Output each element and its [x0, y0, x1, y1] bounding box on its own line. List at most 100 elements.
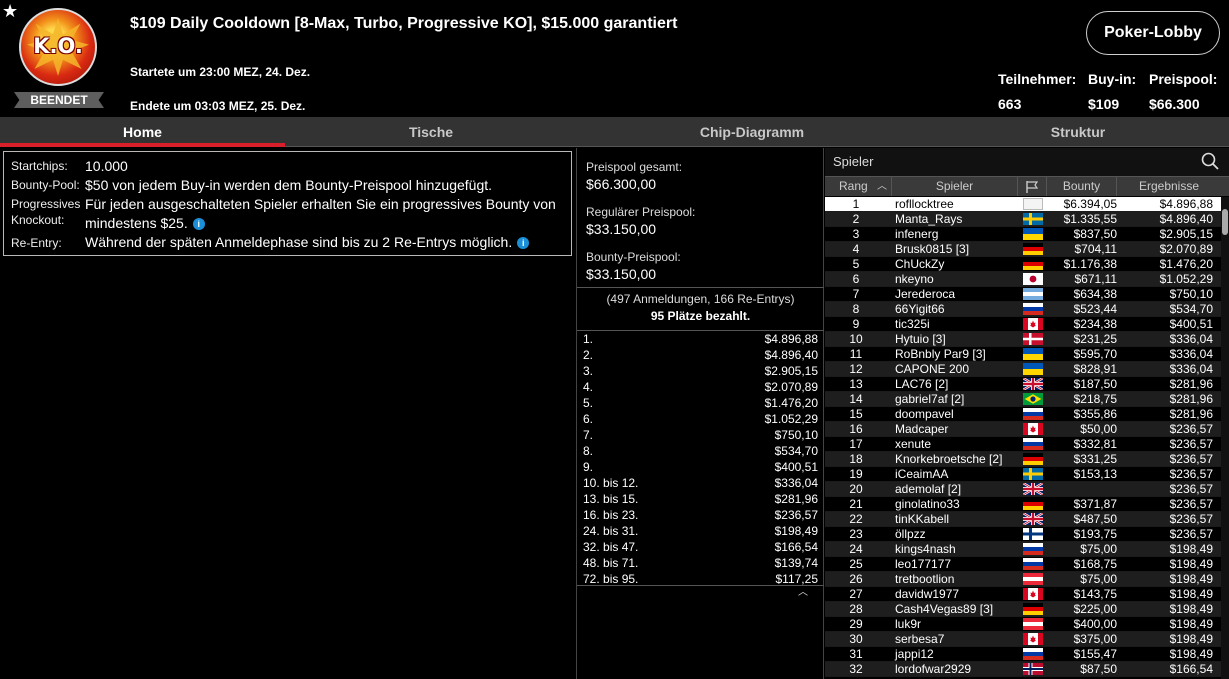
table-row[interactable]: 14 gabriel7af [2] $218,75 $281,96 — [825, 392, 1221, 407]
country-flag-icon — [1023, 558, 1043, 570]
tab-chip-chart[interactable]: Chip-Diagramm — [577, 117, 927, 147]
table-row[interactable]: 6 nkeyno $671,11 $1.052,29 — [825, 272, 1221, 287]
start-time: Startete um 23:00 MEZ, 24. Dez. — [130, 65, 311, 79]
payout-amount: $2.070,89 — [764, 380, 818, 394]
player-bounty: $355,86 — [1073, 407, 1117, 421]
tab-tables[interactable]: Tische — [285, 117, 577, 147]
table-row[interactable]: 18 Knorkebroetsche [2] $331,25 $236,57 — [825, 452, 1221, 467]
payout-amount: $166,54 — [774, 540, 818, 554]
player-result: $336,04 — [1169, 362, 1213, 376]
table-row[interactable]: 20 ademolaf [2] $236,57 — [825, 482, 1221, 497]
player-result: $236,57 — [1169, 422, 1213, 436]
table-row[interactable]: 24 kings4nash $75,00 $198,49 — [825, 542, 1221, 557]
table-row[interactable]: 31 jappi12 $155,47 $198,49 — [825, 647, 1221, 662]
table-row[interactable]: 8 66Yigit66 $523,44 $534,70 — [825, 302, 1221, 317]
table-row[interactable]: 32 lordofwar2929 $87,50 $166,54 — [825, 662, 1221, 677]
player-bounty: $704,11 — [1074, 242, 1118, 256]
favorite-star-icon[interactable]: ★ — [2, 2, 18, 20]
tab-home[interactable]: Home — [0, 117, 285, 147]
column-rank-label: Rang — [839, 179, 868, 193]
table-row[interactable]: 28 Cash4Vegas89 [3] $225,00 $198,49 — [825, 602, 1221, 617]
table-row[interactable]: 30 serbesa7 $375,00 $198,49 — [825, 632, 1221, 647]
payout-place: 72. bis 95. — [583, 572, 639, 586]
table-row[interactable]: 11 RoBnbly Par9 [3] $595,70 $336,04 — [825, 347, 1221, 362]
player-result: $198,49 — [1169, 557, 1213, 571]
table-row[interactable]: 3 infenerg $837,50 $2.905,15 — [825, 227, 1221, 242]
table-row[interactable]: 4 Brusk0815 [3] $704,11 $2.070,89 — [825, 242, 1221, 257]
player-bounty: $193,75 — [1073, 527, 1117, 541]
payout-row: 10. bis 12. $336,04 — [577, 475, 824, 491]
table-row[interactable]: 21 ginolatino33 $371,87 $236,57 — [825, 497, 1221, 512]
player-rank: 4 — [852, 242, 860, 256]
search-input[interactable]: Spieler — [833, 154, 873, 169]
column-rank[interactable]: Rang ︿ — [825, 177, 892, 196]
table-row[interactable]: 10 Hytuio [3] $231,25 $336,04 — [825, 332, 1221, 347]
table-row[interactable]: 25 leo177177 $168,75 $198,49 — [825, 557, 1221, 572]
country-flag-icon — [1023, 453, 1043, 465]
table-row[interactable]: 2 Manta_Rays $1.335,55 $4.896,40 — [825, 212, 1221, 227]
player-name: xenute — [895, 437, 932, 451]
info-icon[interactable]: i — [192, 218, 205, 231]
table-row[interactable]: 1 rofllocktree $6.394,05 $4.896,88 — [825, 197, 1221, 212]
info-label-startchips: Startchips: — [11, 159, 68, 173]
player-rank: 13 — [849, 377, 863, 391]
ko-logo: K.O. — [19, 8, 97, 86]
country-flag-icon — [1023, 603, 1043, 615]
table-row[interactable]: 23 öllpzz $193,75 $236,57 — [825, 527, 1221, 542]
player-rank: 6 — [852, 272, 860, 286]
info-icon[interactable]: i — [517, 237, 530, 250]
player-result: $534,70 — [1169, 302, 1213, 316]
player-result: $198,49 — [1169, 647, 1213, 661]
table-row[interactable]: 17 xenute $332,81 $236,57 — [825, 437, 1221, 452]
column-bounty[interactable]: Bounty — [1047, 177, 1117, 196]
table-row[interactable]: 27 davidw1977 $143,75 $198,49 — [825, 587, 1221, 602]
column-player[interactable]: Spieler — [892, 177, 1018, 196]
player-name: Jerederoca — [895, 287, 956, 301]
table-row[interactable]: 13 LAC76 [2] $187,50 $281,96 — [825, 377, 1221, 392]
info-label-reentry: Re-Entry: — [11, 236, 62, 250]
table-row[interactable]: 9 tic325i $234,38 $400,51 — [825, 317, 1221, 332]
player-result: $236,57 — [1169, 467, 1213, 481]
table-row[interactable]: 26 tretbootlion $75,00 $198,49 — [825, 572, 1221, 587]
player-name: kings4nash — [895, 542, 956, 556]
column-results[interactable]: Ergebnisse — [1117, 177, 1221, 196]
scrollbar-thumb[interactable] — [1222, 209, 1228, 235]
chevron-up-icon[interactable]: ︿ — [798, 583, 808, 598]
payout-place: 6. — [583, 412, 594, 426]
column-flag[interactable] — [1018, 177, 1047, 196]
table-row[interactable]: 16 Madcaper $50,00 $236,57 — [825, 422, 1221, 437]
payout-place: 13. bis 15. — [583, 492, 639, 506]
player-result: $198,49 — [1169, 632, 1213, 646]
player-rank: 32 — [849, 662, 863, 676]
payout-place: 3. — [583, 364, 594, 378]
player-rank: 7 — [852, 287, 860, 301]
search-icon[interactable] — [1201, 152, 1219, 170]
poker-lobby-button[interactable]: Poker-Lobby — [1086, 11, 1220, 55]
player-rank: 5 — [852, 257, 860, 271]
table-row[interactable]: 29 luk9r $400,00 $198,49 — [825, 617, 1221, 632]
payout-divider — [577, 585, 824, 586]
table-row[interactable]: 12 CAPONE 200 $828,91 $336,04 — [825, 362, 1221, 377]
player-search[interactable]: Spieler — [825, 148, 1229, 177]
info-value-bountypool: $50 von jedem Buy-in werden dem Bounty-P… — [85, 177, 493, 193]
scrollbar[interactable] — [1221, 197, 1229, 679]
table-row[interactable]: 22 tinKKabell $487,50 $236,57 — [825, 512, 1221, 527]
prizepool-summary: Preispool gesamt: $66.300,00 Regulärer P… — [577, 148, 824, 288]
table-row[interactable]: 5 ChUckZy $1.176,38 $1.476,20 — [825, 257, 1221, 272]
player-rank: 30 — [849, 632, 863, 646]
country-flag-icon — [1023, 498, 1043, 510]
player-result: $236,57 — [1169, 527, 1213, 541]
regular-prizepool-label: Regulärer Preispool: — [586, 205, 696, 219]
player-name: davidw1977 — [895, 587, 960, 601]
table-row[interactable]: 7 Jerederoca $634,38 $750,10 — [825, 287, 1221, 302]
country-flag-icon — [1023, 648, 1043, 660]
buyin-value: $109 — [1088, 96, 1120, 112]
player-rank: 11 — [849, 347, 863, 361]
player-result: $166,54 — [1169, 662, 1213, 676]
table-row[interactable]: 15 doompavel $355,86 $281,96 — [825, 407, 1221, 422]
player-name: iCeaimAA — [895, 467, 949, 481]
tab-structure[interactable]: Struktur — [927, 117, 1229, 147]
table-row[interactable]: 19 iCeaimAA $153,13 $236,57 — [825, 467, 1221, 482]
player-bounty: $168,75 — [1073, 557, 1117, 571]
country-flag-icon — [1023, 213, 1043, 225]
